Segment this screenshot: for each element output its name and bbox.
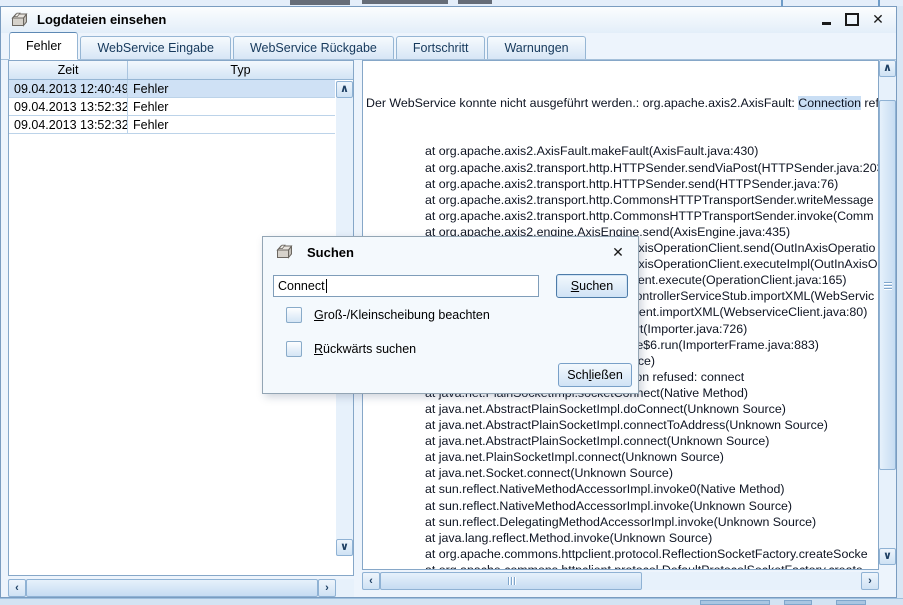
down-arrow-icon: ∨	[883, 551, 892, 562]
cell-typ: Fehler	[128, 116, 335, 133]
cell-typ: Fehler	[128, 98, 335, 115]
dialog-titlebar[interactable]: Suchen ✕	[263, 237, 638, 267]
tab-fehler[interactable]: Fehler	[9, 32, 78, 60]
cell-zeit: 09.04.2013 13:52:32	[9, 98, 128, 115]
maximize-icon	[845, 13, 859, 26]
background-text-fragment	[290, 0, 350, 5]
table-row[interactable]: 09.04.2013 12:40:49 Fehler	[9, 80, 335, 98]
column-header-typ[interactable]: Typ	[128, 61, 353, 79]
close-icon: ✕	[872, 12, 884, 26]
search-button[interactable]: Suchen	[556, 274, 628, 298]
label-mnemonic: R	[314, 342, 323, 356]
horizontal-scrollbar-thumb[interactable]	[380, 572, 642, 590]
trace-line-suffix: refused:	[861, 96, 879, 110]
text-caret	[326, 279, 327, 293]
down-arrow-icon: ∨	[340, 542, 349, 553]
trace-first-line: Der WebService konnte nicht ausgeführt w…	[366, 95, 878, 111]
button-label-mnemonic: S	[571, 279, 579, 293]
case-sensitive-option: Groß-/Kleinscheibung beachten	[286, 307, 490, 323]
dialog-close-button[interactable]: ✕	[610, 244, 626, 260]
trace-horizontal-scrollbar: ‹ ›	[362, 572, 879, 590]
horizontal-scrollbar-track[interactable]	[642, 572, 861, 590]
tab-bar: Fehler WebService Eingabe WebService Rüc…	[1, 33, 896, 60]
open-box-icon	[275, 244, 295, 260]
scroll-right-button[interactable]: ›	[861, 572, 879, 590]
tab-webservice-rueckgabe[interactable]: WebService Rückgabe	[233, 36, 394, 59]
cell-zeit: 09.04.2013 13:52:32	[9, 116, 128, 133]
cell-typ: Fehler	[128, 80, 335, 97]
case-sensitive-checkbox[interactable]	[286, 307, 302, 323]
horizontal-scrollbar-thumb[interactable]	[26, 579, 318, 597]
right-arrow-icon: ›	[325, 583, 329, 594]
cell-zeit: 09.04.2013 12:40:49	[9, 80, 128, 97]
search-dialog: Suchen ✕ Connect Suchen Groß-/Kleinschei…	[262, 236, 639, 394]
scroll-down-button[interactable]: ∨	[879, 548, 896, 565]
search-input[interactable]: Connect	[273, 275, 539, 297]
background-text-fragment	[458, 0, 492, 4]
search-match-highlight: Connection	[798, 96, 861, 110]
scroll-right-button[interactable]: ›	[318, 579, 336, 597]
table-row[interactable]: 09.04.2013 13:52:32 Fehler	[9, 98, 335, 116]
button-label: ießen	[592, 368, 623, 382]
background-element	[784, 600, 812, 605]
left-arrow-icon: ‹	[15, 583, 19, 594]
window-title: Logdateien einsehen	[37, 12, 166, 27]
close-icon: ✕	[612, 244, 624, 261]
tab-warnungen[interactable]: Warnungen	[487, 36, 585, 59]
vertical-scrollbar-thumb[interactable]	[879, 100, 896, 470]
scroll-left-button[interactable]: ‹	[362, 572, 380, 590]
scrollbar-corner	[336, 579, 354, 597]
search-backwards-checkbox[interactable]	[286, 341, 302, 357]
close-button[interactable]: ✕	[870, 11, 886, 27]
left-arrow-icon: ‹	[369, 576, 373, 587]
minimize-icon	[822, 22, 831, 25]
tab-fortschritt[interactable]: Fortschritt	[396, 36, 486, 59]
table-horizontal-scrollbar: ‹ ›	[8, 579, 354, 597]
search-backwards-option: Rückwärts suchen	[286, 341, 416, 357]
background-element	[700, 600, 770, 605]
button-label: Sch	[567, 368, 589, 382]
tab-webservice-eingabe[interactable]: WebService Eingabe	[80, 36, 231, 59]
up-arrow-icon: ∧	[340, 84, 349, 95]
label-text: ückwärts suchen	[323, 342, 416, 356]
dialog-title: Suchen	[307, 245, 354, 260]
minimize-button[interactable]	[818, 11, 834, 27]
scroll-up-button[interactable]: ∧	[336, 81, 353, 98]
maximize-button[interactable]	[844, 11, 860, 27]
search-input-value: Connect	[278, 279, 325, 293]
label-mnemonic: G	[314, 308, 324, 322]
table-row[interactable]: 09.04.2013 13:52:32 Fehler	[9, 116, 335, 134]
background-element	[836, 600, 866, 605]
scroll-down-button[interactable]: ∨	[336, 539, 353, 556]
button-label: uchen	[579, 279, 613, 293]
thumb-grip-icon	[508, 577, 515, 585]
label-text: roß-/Kleinscheibung beachten	[324, 308, 490, 322]
trace-line-prefix: Der WebService konnte nicht ausgeführt w…	[366, 96, 798, 110]
close-dialog-button[interactable]: Schließen	[558, 363, 632, 387]
checkbox-label: Rückwärts suchen	[314, 342, 416, 356]
right-arrow-icon: ›	[868, 576, 872, 587]
background-text-fragment	[362, 0, 448, 4]
scroll-left-button[interactable]: ‹	[8, 579, 26, 597]
table-header: Zeit Typ	[9, 61, 353, 80]
thumb-grip-icon	[884, 282, 892, 289]
column-header-zeit[interactable]: Zeit	[9, 61, 128, 79]
open-box-icon	[10, 12, 30, 28]
titlebar[interactable]: Logdateien einsehen ✕	[1, 7, 896, 33]
scroll-up-button[interactable]: ∧	[879, 60, 896, 77]
checkbox-label: Groß-/Kleinscheibung beachten	[314, 308, 490, 322]
up-arrow-icon: ∧	[883, 63, 892, 74]
